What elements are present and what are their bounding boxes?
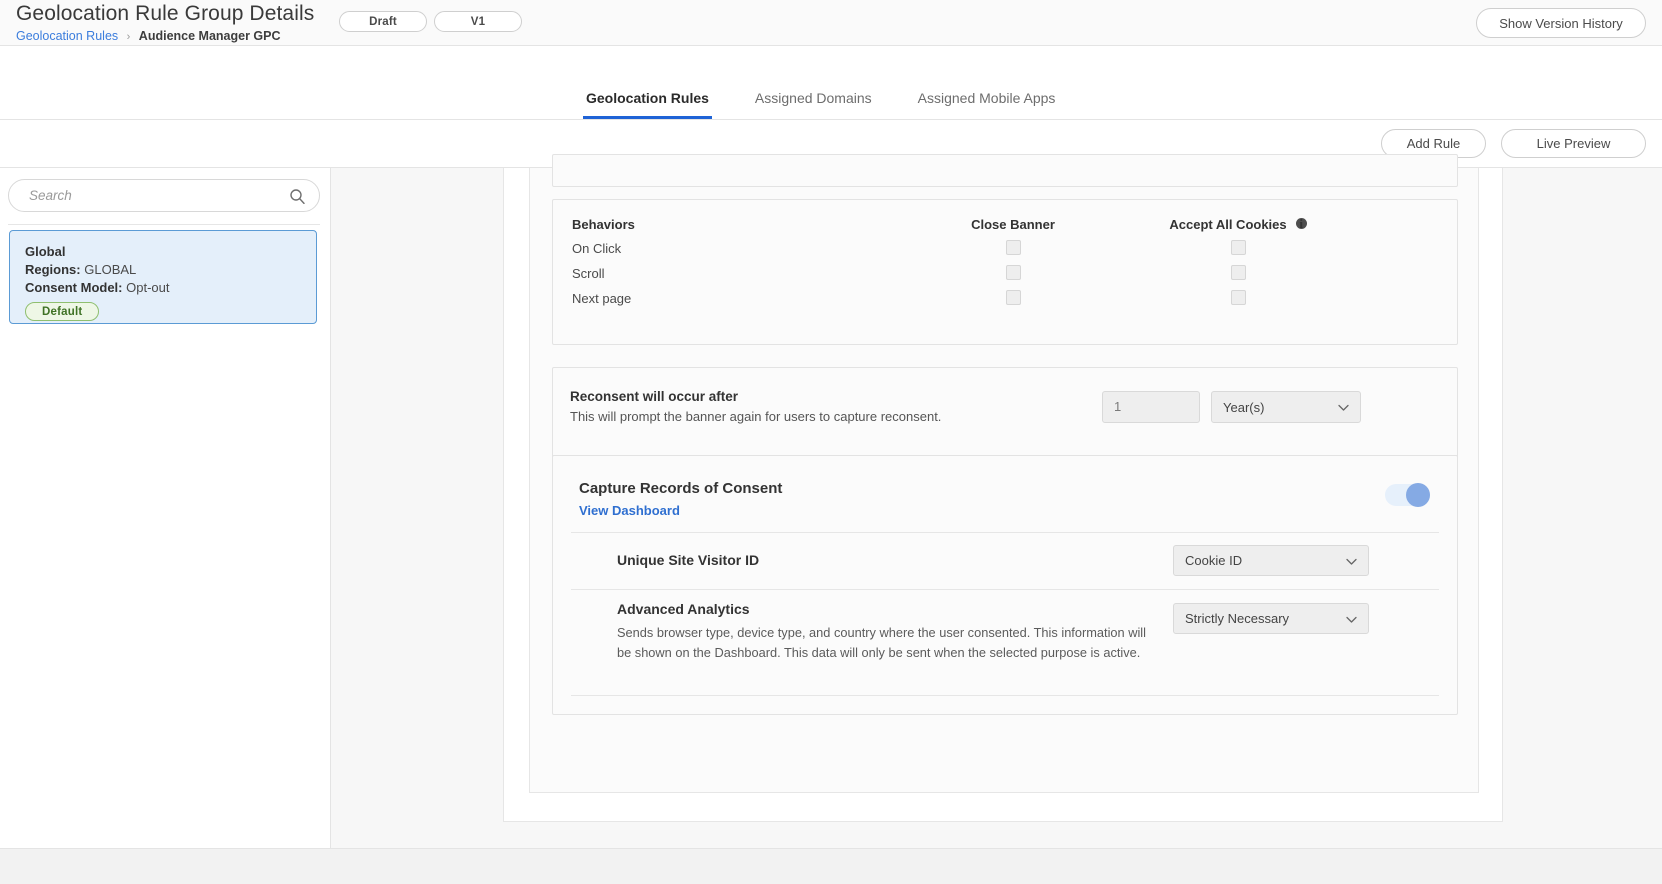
rule-card-consent-label: Consent Model:	[25, 280, 123, 295]
advanced-analytics-select[interactable]: Strictly Necessary	[1173, 603, 1369, 634]
rule-card-regions: Regions: GLOBAL	[25, 261, 316, 279]
checkbox-cell-accept-all	[1123, 240, 1353, 260]
checkbox-on-click-close-banner[interactable]	[1005, 240, 1021, 255]
rule-detail-column: Behaviors Close Banner Accept All Cookie…	[331, 154, 1662, 884]
unique-visitor-id-label: Unique Site Visitor ID	[617, 552, 760, 568]
behaviors-table-header: Behaviors Close Banner Accept All Cookie…	[553, 216, 1459, 241]
version-badge: V1	[434, 11, 522, 32]
rule-card-consent-value: Opt-out	[126, 280, 170, 295]
column-header-close-banner: Close Banner	[913, 216, 1113, 234]
capture-divider	[571, 589, 1439, 590]
checkbox-cell-accept-all	[1123, 290, 1353, 310]
search-icon[interactable]	[289, 188, 305, 205]
live-preview-button[interactable]: Live Preview	[1501, 129, 1646, 158]
footer-bar	[0, 848, 1662, 884]
table-row: Scroll	[553, 265, 1459, 290]
capture-records-toggle[interactable]	[1385, 483, 1430, 507]
chevron-down-icon	[1338, 400, 1349, 415]
capture-records-title: Capture Records of Consent	[579, 480, 783, 497]
show-version-history-button[interactable]: Show Version History	[1476, 8, 1646, 38]
search-box[interactable]	[8, 179, 320, 212]
behavior-label-next-page: Next page	[572, 291, 632, 306]
page-body: Global Regions: GLOBAL Consent Model: Op…	[0, 154, 1662, 884]
capture-divider	[571, 532, 1439, 533]
app-header: Geolocation Rule Group Details Geolocati…	[0, 0, 1662, 46]
status-badge-draft: Draft	[339, 11, 427, 32]
behavior-label-on-click: On Click	[572, 241, 622, 256]
checkbox-cell-close-banner	[913, 265, 1113, 285]
sidebar-divider	[8, 224, 320, 225]
column-header-accept-all-cookies-text: Accept All Cookies	[1169, 217, 1287, 232]
checkbox-on-click-accept-all[interactable]	[1230, 240, 1246, 255]
tab-list: Geolocation Rules Assigned Domains Assig…	[583, 89, 1058, 119]
title-block: Geolocation Rule Group Details Geolocati…	[16, 0, 314, 44]
rule-card-name: Global	[25, 244, 66, 259]
capture-records-section: Capture Records of Consent View Dashboar…	[552, 455, 1458, 715]
view-dashboard-link[interactable]: View Dashboard	[579, 503, 680, 518]
chevron-down-icon	[1346, 553, 1357, 568]
checkbox-scroll-close-banner[interactable]	[1005, 265, 1021, 280]
tab-assigned-mobile-apps[interactable]: Assigned Mobile Apps	[915, 89, 1059, 119]
tab-assigned-domains[interactable]: Assigned Domains	[752, 89, 875, 119]
rule-detail-card: Behaviors Close Banner Accept All Cookie…	[503, 154, 1503, 822]
table-row: On Click	[553, 240, 1459, 265]
rule-card-regions-label: Regions:	[25, 262, 81, 277]
toggle-knob	[1406, 483, 1430, 507]
tab-bar: Geolocation Rules Assigned Domains Assig…	[0, 46, 1662, 120]
checkbox-cell-close-banner	[913, 290, 1113, 310]
behaviors-section: Behaviors Close Banner Accept All Cookie…	[552, 199, 1458, 345]
reconsent-unit-value: Year(s)	[1223, 399, 1265, 415]
rule-card-default-badge: Default	[25, 302, 100, 321]
info-icon[interactable]: i	[1295, 217, 1307, 230]
checkbox-next-page-close-banner[interactable]	[1005, 290, 1021, 305]
checkbox-next-page-accept-all[interactable]	[1230, 290, 1246, 305]
capture-divider	[571, 695, 1439, 696]
checkbox-cell-close-banner	[913, 240, 1113, 260]
column-header-accept-all-cookies: Accept All Cookies i	[1123, 216, 1353, 234]
checkbox-cell-accept-all	[1123, 265, 1353, 285]
rule-card-regions-value: GLOBAL	[84, 262, 137, 277]
advanced-analytics-description: Sends browser type, device type, and cou…	[617, 625, 1146, 660]
chevron-down-icon	[1346, 611, 1357, 626]
rule-settings-panel: Behaviors Close Banner Accept All Cookie…	[529, 154, 1479, 793]
unique-visitor-id-select[interactable]: Cookie ID	[1173, 545, 1369, 576]
rules-sidebar: Global Regions: GLOBAL Consent Model: Op…	[0, 168, 331, 884]
unique-visitor-id-value: Cookie ID	[1185, 553, 1243, 568]
search-input[interactable]	[29, 180, 269, 211]
tab-geolocation-rules[interactable]: Geolocation Rules	[583, 89, 712, 119]
advanced-analytics-value: Strictly Necessary	[1185, 611, 1290, 626]
rule-card-global[interactable]: Global Regions: GLOBAL Consent Model: Op…	[9, 230, 317, 324]
page-title: Geolocation Rule Group Details	[16, 2, 315, 25]
clipped-section-above	[552, 154, 1458, 187]
breadcrumb-parent-link[interactable]: Geolocation Rules	[16, 29, 118, 43]
search-row	[0, 168, 331, 224]
breadcrumb-separator: ›	[126, 31, 131, 43]
rule-card-consent: Consent Model: Opt-out	[25, 279, 316, 297]
behaviors-header-label: Behaviors	[572, 217, 635, 232]
checkbox-scroll-accept-all[interactable]	[1230, 265, 1246, 280]
advanced-analytics-label: Advanced Analytics	[617, 601, 750, 617]
reconsent-subtitle: This will prompt the banner again for us…	[570, 409, 942, 424]
reconsent-value-input[interactable]: 1	[1102, 391, 1200, 423]
column-header-close-banner-text: Close Banner	[971, 217, 1055, 232]
reconsent-unit-select[interactable]: Year(s)	[1211, 391, 1361, 423]
breadcrumb-current: Audience Manager GPC	[138, 29, 281, 43]
breadcrumb: Geolocation Rules › Audience Manager GPC	[16, 29, 314, 44]
table-row: Next page	[553, 290, 1459, 315]
reconsent-title: Reconsent will occur after	[570, 389, 739, 404]
reconsent-section: Reconsent will occur after This will pro…	[552, 367, 1458, 459]
behavior-label-scroll: Scroll	[572, 266, 605, 281]
